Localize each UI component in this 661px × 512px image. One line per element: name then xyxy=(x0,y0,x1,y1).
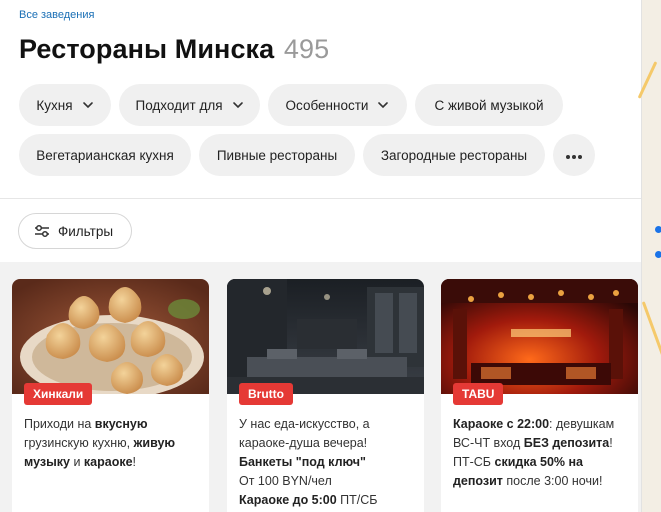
page-title: Рестораны Минска 495 xyxy=(19,34,329,65)
description-text: От 100 BYN/чел xyxy=(239,474,332,488)
venue-name-tag: Хинкали xyxy=(24,383,93,405)
description-text: БЕЗ депозита xyxy=(523,436,610,450)
chip-live-music[interactable]: С живой музыкой xyxy=(415,84,563,126)
map-road xyxy=(637,61,658,99)
description-text: грузинскую кухню, xyxy=(24,436,134,450)
chip-label: Кухня xyxy=(36,97,73,113)
description-text: ! xyxy=(132,455,137,469)
venue-photo-interior xyxy=(227,279,424,394)
description-text: и xyxy=(69,455,84,469)
venue-card-khinkali[interactable]: Хинкали Приходи на вкусную грузинскую ку… xyxy=(12,279,209,512)
chip-cuisine[interactable]: Кухня xyxy=(19,84,111,126)
venue-photo-karaoke-hall xyxy=(441,279,638,394)
venue-photo-dumplings xyxy=(12,279,209,394)
description-text: вкусную xyxy=(94,417,148,431)
breadcrumb-all-venues[interactable]: Все заведения xyxy=(19,9,94,21)
venue-name-tag: Brutto xyxy=(239,383,293,405)
chip-label: Особенности xyxy=(285,97,369,113)
description-text: Банкеты "под ключ" xyxy=(239,455,366,469)
chevron-down-icon xyxy=(377,99,389,111)
more-chips-button[interactable] xyxy=(553,134,595,176)
chip-label: Подходит для xyxy=(135,97,223,113)
chevron-down-icon xyxy=(82,99,94,111)
venue-description: Караоке с 22:00: девушкам ВС-ЧТ вход БЕЗ… xyxy=(453,415,631,491)
chip-beer-restaurants[interactable]: Пивные рестораны xyxy=(199,134,355,176)
header-panel: Все заведения Рестораны Минска 495 Кухня… xyxy=(0,0,641,262)
description-text: после 3:00 ночи! xyxy=(502,474,603,488)
results-count: 495 xyxy=(283,34,330,64)
venue-card-brutto[interactable]: Brutto У нас еда-искусство, а караоке-ду… xyxy=(227,279,424,512)
description-text: ПТ/СБ xyxy=(336,493,378,507)
venue-name-tag: TABU xyxy=(453,383,504,405)
description-text: караоке xyxy=(83,455,133,469)
map-preview[interactable] xyxy=(637,0,661,512)
chip-label: Пивные рестораны xyxy=(216,147,338,163)
description-text: Приходи на xyxy=(24,417,95,431)
chip-suitable-for[interactable]: Подходит для xyxy=(119,84,260,126)
chip-country-restaurants[interactable]: Загородные рестораны xyxy=(363,134,545,176)
page-title-text: Рестораны Минска xyxy=(19,34,275,64)
sliders-icon xyxy=(34,224,50,238)
more-horizontal-icon xyxy=(565,148,583,163)
map-road xyxy=(641,301,661,359)
chip-label: Вегетарианская кухня xyxy=(36,147,174,163)
chevron-down-icon xyxy=(232,99,244,111)
chip-features[interactable]: Особенности xyxy=(268,84,407,126)
filters-button[interactable]: Фильтры xyxy=(18,213,132,249)
filters-label: Фильтры xyxy=(58,223,114,239)
map-marker[interactable] xyxy=(655,226,661,233)
chip-label: С живой музыкой xyxy=(434,97,544,113)
description-text: У нас еда-искусство, а караоке-душа вече… xyxy=(239,417,370,450)
venue-description: У нас еда-искусство, а караоке-душа вече… xyxy=(239,415,417,510)
map-marker[interactable] xyxy=(655,251,661,258)
venue-card-tabu[interactable]: TABU Караоке с 22:00: девушкам ВС-ЧТ вхо… xyxy=(441,279,638,512)
divider xyxy=(0,198,641,199)
description-text: Караоке с 22:00 xyxy=(453,417,550,431)
chip-label: Загородные рестораны xyxy=(380,147,528,163)
chip-vegetarian[interactable]: Вегетарианская кухня xyxy=(19,134,191,176)
description-text: Караоке до 5:00 xyxy=(239,493,337,507)
venue-description: Приходи на вкусную грузинскую кухню, жив… xyxy=(24,415,202,472)
